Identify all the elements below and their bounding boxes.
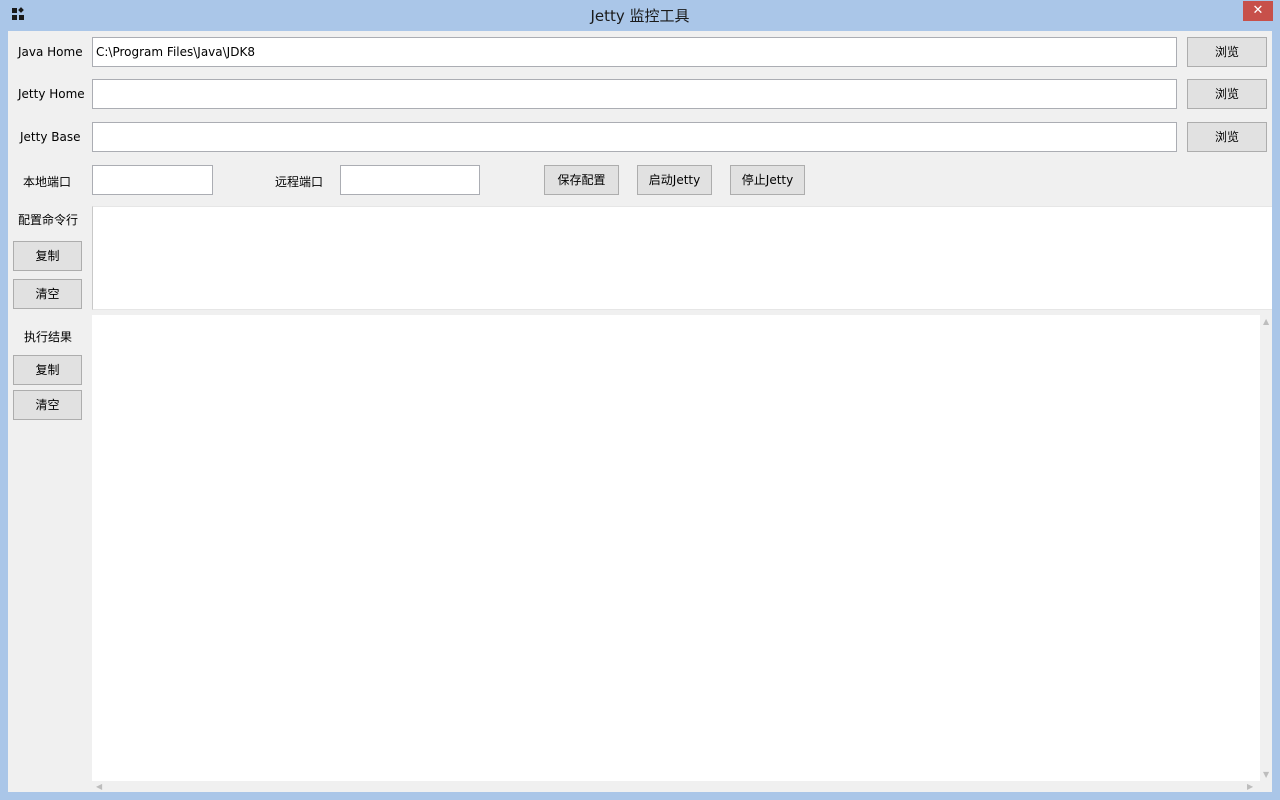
jetty-base-label: Jetty Base (20, 130, 81, 144)
app-window: Jetty 监控工具 ✕ Java Home C:\Program Files\… (0, 0, 1280, 800)
java-home-input[interactable]: C:\Program Files\Java\JDK8 (92, 37, 1177, 67)
java-home-browse-button[interactable]: 浏览 (1187, 37, 1267, 67)
stop-jetty-button[interactable]: 停止Jetty (730, 165, 805, 195)
chevron-left-icon[interactable]: ◀ (96, 782, 102, 791)
close-button[interactable]: ✕ (1243, 1, 1273, 21)
result-horizontal-scrollbar[interactable]: ◀ ▶ (92, 781, 1260, 792)
remote-port-input[interactable] (340, 165, 480, 195)
client-area: Java Home C:\Program Files\Java\JDK8 浏览 … (8, 31, 1272, 792)
result-clear-button[interactable]: 清空 (13, 390, 82, 420)
jetty-home-browse-button[interactable]: 浏览 (1187, 79, 1267, 109)
start-jetty-button[interactable]: 启动Jetty (637, 165, 712, 195)
chevron-down-icon[interactable]: ▼ (1263, 770, 1269, 779)
jetty-base-input[interactable] (92, 122, 1177, 152)
command-line-label: 配置命令行 (18, 213, 79, 227)
result-vertical-scrollbar[interactable]: ▲ ▼ (1260, 315, 1272, 781)
result-label: 执行结果 (24, 330, 73, 344)
close-icon: ✕ (1252, 3, 1264, 18)
jetty-base-browse-button[interactable]: 浏览 (1187, 122, 1267, 152)
local-port-label: 本地端口 (23, 175, 72, 189)
jetty-home-input[interactable] (92, 79, 1177, 109)
remote-port-label: 远程端口 (275, 175, 324, 189)
chevron-up-icon[interactable]: ▲ (1263, 317, 1269, 326)
result-copy-button[interactable]: 复制 (13, 355, 82, 385)
command-line-textarea[interactable] (92, 206, 1272, 310)
chevron-right-icon[interactable]: ▶ (1247, 782, 1253, 791)
command-line-copy-button[interactable]: 复制 (13, 241, 82, 271)
command-line-clear-button[interactable]: 清空 (13, 279, 82, 309)
window-title: Jetty 监控工具 (590, 7, 690, 25)
result-textarea[interactable] (92, 315, 1260, 781)
jetty-home-label: Jetty Home (18, 87, 85, 101)
title-bar[interactable]: Jetty 监控工具 ✕ (0, 0, 1280, 30)
save-config-button[interactable]: 保存配置 (544, 165, 619, 195)
local-port-input[interactable] (92, 165, 213, 195)
java-home-label: Java Home (18, 45, 83, 59)
